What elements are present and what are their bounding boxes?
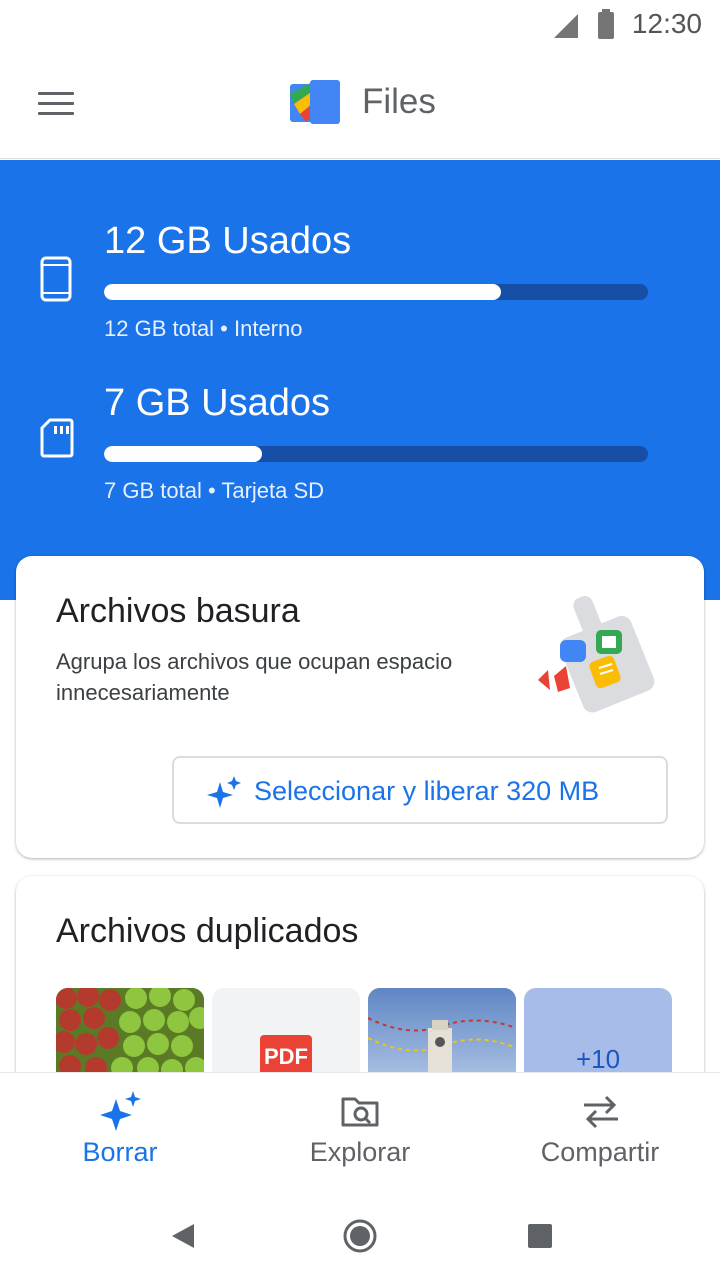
- sd-used-label: 7 GB Usados: [104, 382, 330, 424]
- more-duplicates-count: +10: [575, 1044, 621, 1074]
- duplicate-thumb-apples[interactable]: [56, 988, 204, 1078]
- phone-icon: [40, 256, 72, 302]
- duplicate-thumb-tower[interactable]: [368, 988, 516, 1078]
- internal-storage-detail: 12 GB total • Interno: [104, 316, 303, 341]
- junk-card-title: Archivos basura: [56, 592, 300, 630]
- duplicates-card-title: Archivos duplicados: [56, 912, 359, 950]
- sd-storage-detail: 7 GB total • Tarjeta SD: [104, 478, 325, 503]
- sd-card-icon: [40, 418, 74, 458]
- junk-card-description: Agrupa los archivos que ocupan espacio i…: [56, 649, 453, 705]
- tab-borrar-label: Borrar: [82, 1137, 158, 1167]
- battery-icon: [598, 9, 614, 39]
- junk-files-card: Archivos basura Agrupa los archivos que …: [16, 556, 704, 858]
- select-and-free-button[interactable]: Seleccionar y liberar 320 MB: [172, 756, 668, 824]
- sparkle-icon: [100, 1091, 141, 1131]
- duplicate-thumb-pdf[interactable]: PDF: [212, 988, 360, 1078]
- tower-photo-image: [368, 988, 516, 1078]
- back-icon[interactable]: [162, 1214, 206, 1258]
- system-navigation-bar: [0, 1192, 720, 1280]
- pdf-label: PDF: [264, 1044, 308, 1069]
- sparkle-icon: [207, 776, 241, 808]
- browse-folder-icon: [341, 1097, 379, 1127]
- home-icon[interactable]: [338, 1214, 382, 1258]
- sd-storage-row[interactable]: 7 GB Usados 7 GB total • Tarjeta SD: [0, 382, 720, 503]
- tab-explorar-label: Explorar: [309, 1137, 411, 1167]
- storage-summary: 12 GB Usados 12 GB total • Interno 7 GB …: [0, 160, 720, 600]
- tab-compartir[interactable]: Compartir: [480, 1073, 720, 1193]
- app-title: Files: [362, 82, 436, 121]
- tab-explorar[interactable]: Explorar: [240, 1073, 480, 1193]
- sd-storage-fill: [104, 446, 262, 462]
- swap-arrows-icon: [584, 1095, 618, 1129]
- select-and-free-label: Seleccionar y liberar 320 MB: [254, 776, 600, 806]
- internal-storage-fill: [104, 284, 502, 300]
- duplicate-thumb-more[interactable]: +10: [524, 988, 672, 1078]
- internal-used-label: 12 GB Usados: [104, 220, 352, 262]
- internal-storage-bar: [104, 284, 648, 300]
- status-bar: 12:30: [0, 0, 720, 50]
- junk-files-illustration: [538, 596, 655, 713]
- apples-image: [56, 988, 204, 1078]
- app-bar: Files: [0, 50, 720, 159]
- internal-storage-row[interactable]: 12 GB Usados 12 GB total • Interno: [0, 220, 720, 341]
- recents-icon[interactable]: [518, 1214, 562, 1258]
- menu-button[interactable]: [36, 90, 76, 118]
- bottom-navigation: Borrar Explorar Compartir: [0, 1072, 720, 1193]
- tab-compartir-label: Compartir: [540, 1137, 660, 1167]
- tab-borrar[interactable]: Borrar: [0, 1073, 240, 1193]
- sd-storage-bar: [104, 446, 648, 462]
- cell-signal-icon: [554, 14, 578, 38]
- files-logo-icon: [290, 80, 340, 124]
- status-time: 12:30: [631, 8, 702, 39]
